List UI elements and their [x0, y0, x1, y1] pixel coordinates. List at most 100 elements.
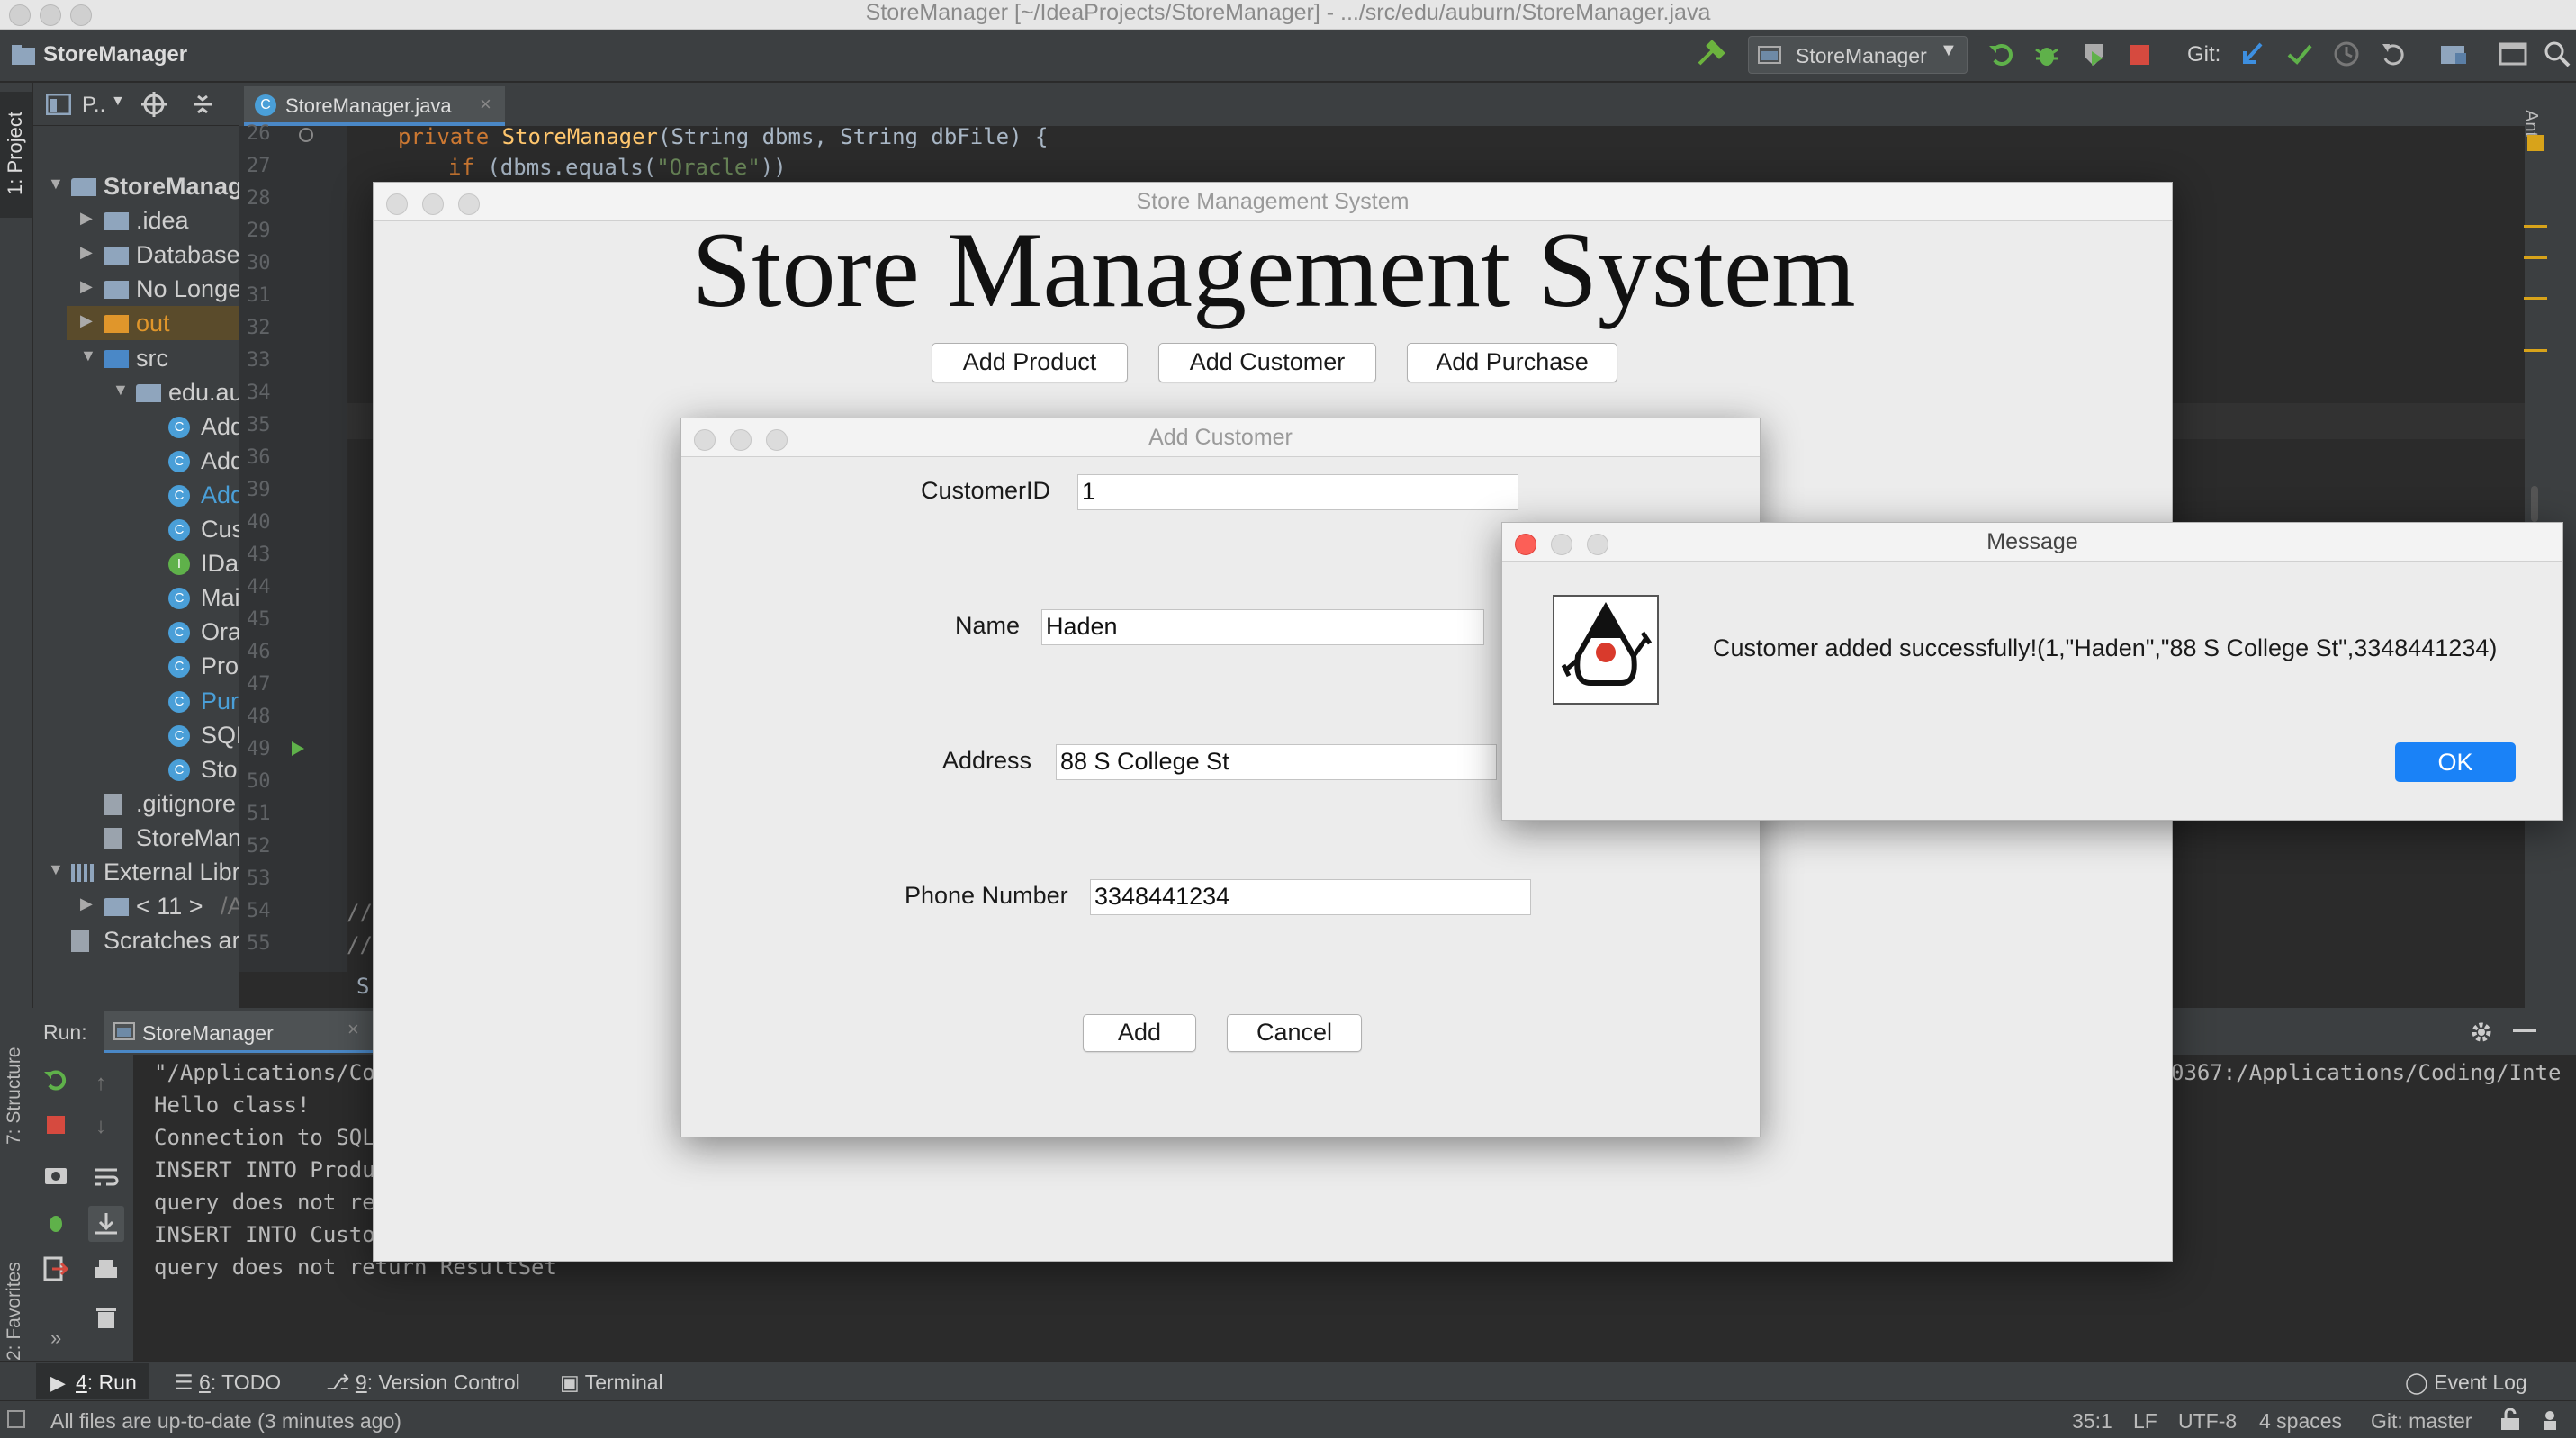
add-product-button[interactable]: Add Product — [932, 343, 1128, 382]
line-number: 43 — [247, 544, 271, 566]
run-config-dropdown[interactable]: StoreManager ▼ — [1748, 36, 1968, 74]
tool-tab-todo[interactable]: ☰ 6: TODO — [175, 1371, 281, 1395]
breadcrumb-project[interactable]: StoreManager — [43, 42, 187, 67]
editor-scrollbar[interactable] — [2531, 486, 2538, 522]
project-tool-tab[interactable]: 1: Project — [0, 92, 32, 218]
tree-item-label[interactable]: No Longe — [136, 275, 241, 303]
git-update-arrow-icon[interactable] — [2239, 40, 2266, 67]
tree-item-label[interactable]: Pro — [201, 652, 239, 680]
tree-item-label[interactable]: out — [136, 310, 170, 337]
up-arrow-icon[interactable]: ↑ — [95, 1071, 106, 1096]
add-customer-minimize-dot[interactable] — [730, 429, 752, 451]
debug-bug-icon[interactable] — [2032, 40, 2061, 69]
line-separator[interactable]: LF — [2133, 1409, 2157, 1434]
lock-icon[interactable] — [2499, 1408, 2522, 1432]
more-chevrons-icon[interactable]: » — [50, 1326, 61, 1350]
close-icon[interactable]: × — [480, 93, 491, 116]
tree-item-label[interactable]: External Libr — [104, 858, 240, 886]
cancel-button[interactable]: Cancel — [1227, 1014, 1362, 1052]
tree-item-label[interactable]: Add — [201, 481, 244, 509]
chevron-down-icon[interactable]: ▼ — [113, 381, 129, 400]
name-field[interactable]: Haden — [1041, 609, 1484, 645]
run-gutter-play-icon[interactable] — [290, 740, 306, 758]
camera-icon[interactable] — [43, 1163, 68, 1186]
tree-item-label[interactable]: Cus — [201, 516, 244, 544]
tree-item-label[interactable]: Scratches ar — [104, 927, 240, 955]
indent-setting[interactable]: 4 spaces — [2259, 1409, 2342, 1434]
tree-item-label[interactable]: Sto — [201, 756, 238, 784]
exit-icon[interactable] — [43, 1256, 68, 1281]
message-close-dot[interactable] — [1515, 534, 1536, 555]
build-hammer-icon[interactable] — [1696, 40, 1726, 69]
chevron-down-icon[interactable]: ▼ — [80, 346, 96, 365]
tree-item-label[interactable]: .gitignore — [136, 790, 236, 818]
soft-wrap-icon[interactable] — [94, 1164, 119, 1190]
coverage-icon[interactable] — [2079, 40, 2108, 69]
tree-item-label[interactable]: StoreManag — [104, 173, 243, 201]
tree-item-label[interactable]: Ora — [201, 618, 241, 646]
customer-id-field[interactable]: 1 — [1077, 474, 1518, 510]
event-log-tab[interactable]: ◯ Event Log — [2405, 1371, 2527, 1395]
git-rollback-icon[interactable] — [2380, 40, 2407, 67]
tree-item-label[interactable]: Database — [136, 241, 240, 269]
tree-item-label[interactable]: .idea — [136, 207, 189, 235]
editor-tab-storemanager[interactable]: C StoreManager.java × — [244, 86, 505, 126]
structure-tool-tab[interactable]: 7: Structure — [4, 1001, 25, 1145]
locate-crosshair-icon[interactable] — [141, 92, 167, 117]
tree-item-label[interactable]: src — [136, 345, 168, 373]
close-icon[interactable]: × — [347, 1018, 359, 1041]
print-icon[interactable] — [94, 1258, 119, 1281]
scroll-to-end-button[interactable] — [88, 1206, 124, 1242]
ok-button[interactable]: OK — [2395, 742, 2516, 782]
chevron-right-icon[interactable]: ▶ — [80, 894, 93, 913]
toggle-tool-windows-icon[interactable] — [7, 1410, 25, 1428]
add-customer-zoom-dot[interactable] — [766, 429, 788, 451]
minimize-icon[interactable] — [2513, 1029, 2536, 1032]
stop-icon[interactable] — [47, 1116, 65, 1134]
tool-tab-version-control[interactable]: ⎇ 9: Version Control — [326, 1371, 520, 1395]
caret-position[interactable]: 35:1 — [2072, 1409, 2112, 1434]
tool-tab-terminal[interactable]: ▣ Terminal — [560, 1371, 663, 1395]
tree-item-label[interactable]: StoreMan — [136, 824, 241, 852]
add-button[interactable]: Add — [1083, 1014, 1196, 1052]
collapse-all-icon[interactable] — [190, 92, 215, 117]
tree-item-label[interactable]: edu.au — [168, 379, 243, 407]
gear-icon[interactable] — [2468, 1019, 2495, 1046]
inspector-icon[interactable] — [2538, 1408, 2562, 1432]
message-zoom-dot[interactable] — [1587, 534, 1608, 555]
file-encoding[interactable]: UTF-8 — [2178, 1409, 2237, 1434]
search-icon[interactable] — [2544, 40, 2571, 67]
project-view-selector[interactable]: P.. — [82, 93, 105, 118]
add-customer-close-dot[interactable] — [694, 429, 716, 451]
chevron-right-icon[interactable]: ▶ — [80, 277, 93, 296]
chevron-down-icon[interactable]: ▼ — [48, 175, 64, 193]
rerun-icon[interactable] — [1987, 40, 2016, 69]
chevron-right-icon[interactable]: ▶ — [80, 243, 93, 262]
tree-item-label[interactable]: Mai — [201, 584, 240, 612]
trash-icon[interactable] — [95, 1305, 117, 1330]
chevron-right-icon[interactable]: ▶ — [80, 311, 93, 330]
down-arrow-icon[interactable]: ↓ — [95, 1114, 106, 1139]
presentation-mode-icon[interactable] — [2499, 40, 2527, 67]
run-tab-storemanager[interactable]: StoreManager × — [104, 1011, 374, 1053]
address-field[interactable]: 88 S College St — [1056, 744, 1497, 780]
tool-tab-run[interactable]: ▶ 4: Run — [36, 1363, 149, 1399]
favorites-tool-tab[interactable]: 2: Favorites — [4, 1217, 25, 1361]
chevron-down-icon[interactable]: ▼ — [48, 860, 64, 879]
add-purchase-button[interactable]: Add Purchase — [1407, 343, 1617, 382]
rerun-icon[interactable] — [43, 1067, 68, 1092]
phone-number-field[interactable]: 3348441234 — [1090, 879, 1531, 915]
project-structure-icon[interactable] — [2439, 40, 2468, 67]
git-history-clock-icon[interactable] — [2333, 40, 2360, 67]
tree-item-label[interactable]: Pur — [201, 688, 239, 715]
add-customer-button[interactable]: Add Customer — [1158, 343, 1376, 382]
debug-bug-icon[interactable] — [43, 1209, 68, 1235]
git-commit-check-icon[interactable] — [2286, 40, 2313, 67]
tree-item-label[interactable]: < 11 > — [136, 893, 203, 921]
tree-item-label[interactable]: Add — [201, 447, 244, 475]
tree-item-label[interactable]: Add — [201, 413, 244, 441]
message-minimize-dot[interactable] — [1551, 534, 1572, 555]
stop-icon[interactable] — [2130, 45, 2149, 65]
chevron-right-icon[interactable]: ▶ — [80, 209, 93, 228]
git-branch[interactable]: Git: master — [2371, 1409, 2472, 1434]
